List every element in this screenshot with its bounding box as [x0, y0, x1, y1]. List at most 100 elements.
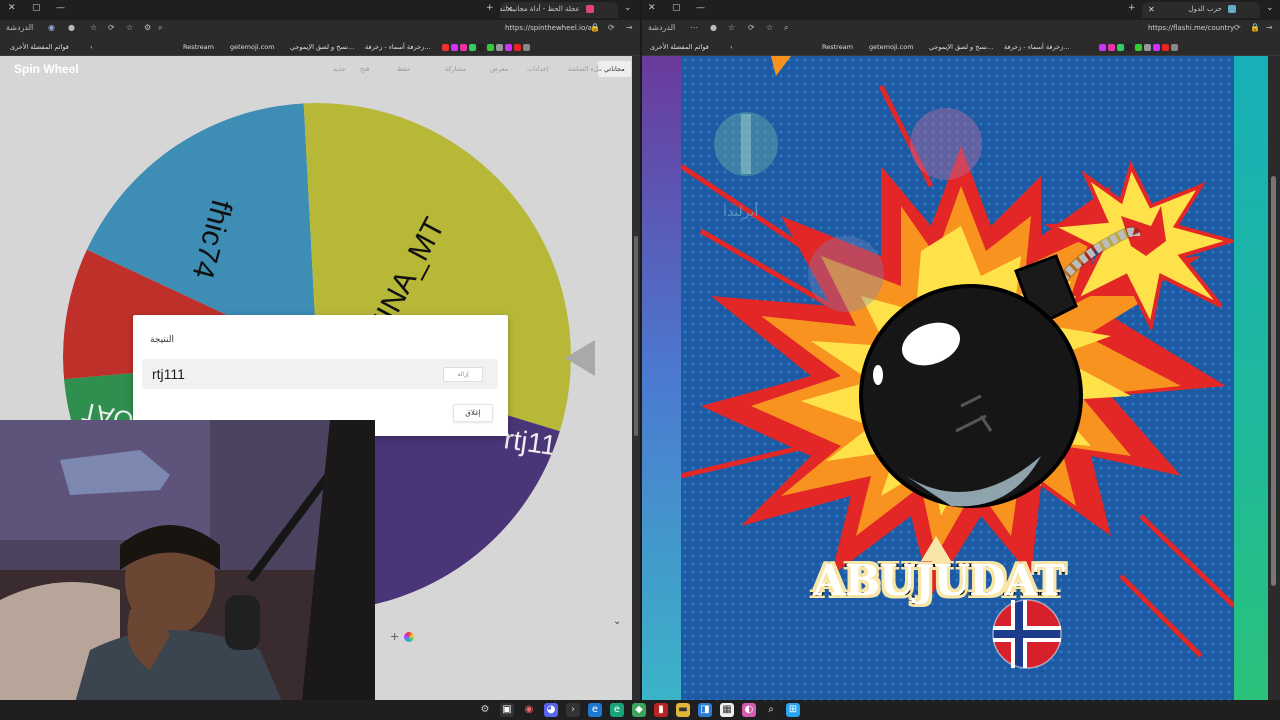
app-icon[interactable]: ◉ [522, 703, 536, 717]
bookmark-restream[interactable]: Restream [183, 43, 214, 51]
toolbar-fullscreen[interactable]: ملء الشاشة [568, 65, 602, 73]
right-gradient-panel [1234, 56, 1268, 700]
star-icon[interactable]: ☆ [766, 23, 773, 32]
toolbar-settings[interactable]: إعدادات [527, 65, 549, 73]
discord-icon[interactable]: ◕ [544, 703, 558, 717]
close-tab-icon[interactable]: ✕ [1148, 5, 1155, 14]
add-icon[interactable]: + [390, 630, 399, 643]
profile-avatar-icon[interactable]: ● [710, 23, 717, 32]
map-icon[interactable]: ◆ [632, 703, 646, 717]
lock-icon: 🔒 [590, 23, 600, 32]
toolbar-share[interactable]: مشاركة [445, 65, 466, 73]
bookmark-other[interactable]: قوائم المفضلة الأخرى [650, 43, 709, 51]
app-icon[interactable]: ▣ [500, 703, 514, 717]
copilot-icon[interactable]: ◉ [48, 23, 55, 32]
store-icon[interactable]: ▦ [720, 703, 734, 717]
chevron-left-icon[interactable]: ‹ [90, 43, 93, 51]
right-browser-window: ✕ ▢ — + حرب الدول ✕ ⌄ الدردشة ⋯ ● ☆ ⟳ ☆ … [642, 0, 1280, 700]
tab-list-icon[interactable]: ⌄ [1266, 3, 1274, 13]
url-text[interactable]: https://flashi.me/country [1148, 24, 1234, 32]
my-wheels-button[interactable]: مجاناتي [598, 61, 631, 77]
app-icon[interactable]: ▮ [654, 703, 668, 717]
forward-icon[interactable]: → [1266, 23, 1273, 32]
zoom-icon[interactable]: ⌕ [158, 23, 162, 33]
result-title: النتيجة [149, 335, 174, 345]
refresh-icon[interactable]: ⟳ [748, 23, 755, 32]
wheel-pointer-icon [565, 340, 595, 376]
zoom-icon[interactable]: ⌕ [784, 23, 788, 33]
reload-icon[interactable]: ⟳ [1234, 23, 1241, 32]
toolbar-gallery[interactable]: معرض [490, 65, 508, 73]
toolbar-new[interactable]: جديد [333, 65, 346, 73]
left-gradient-panel [642, 56, 681, 700]
maximize-icon[interactable]: ▢ [32, 3, 41, 13]
more-icon[interactable]: ⋯ [690, 23, 698, 32]
faded-country-label: أيرلندا [723, 202, 758, 220]
tab-country-war[interactable]: حرب الدول ✕ [1142, 2, 1260, 18]
bookmark-emoji-copy[interactable]: نسخ و لصق الإيموجي... [929, 43, 993, 51]
new-tab-icon[interactable]: + [486, 3, 494, 13]
close-button[interactable]: إغلاق [453, 404, 493, 422]
bookmark-icons-row[interactable] [440, 43, 530, 51]
folder-icon[interactable]: ▬ [676, 703, 690, 717]
edge-icon[interactable]: e [610, 703, 624, 717]
webcam-image [0, 420, 375, 720]
webcam-overlay [0, 420, 375, 720]
scroll-thumb[interactable] [1271, 176, 1276, 586]
maximize-icon[interactable]: ▢ [672, 3, 681, 13]
tab-list-icon[interactable]: ⌄ [624, 3, 632, 13]
profile-label[interactable]: الدردشة [648, 23, 675, 32]
windows-icon[interactable]: ⊞ [786, 703, 800, 717]
lock-icon: 🔒 [1250, 23, 1260, 32]
profile-label[interactable]: الدردشة [6, 23, 33, 32]
bookmark-emoji-copy[interactable]: نسخ و لصق الإيموجي... [290, 43, 354, 51]
chevron-down-icon[interactable]: ⌄ [613, 616, 621, 627]
spinwheel-favicon-icon [586, 5, 594, 13]
right-scrollbar[interactable] [1268, 56, 1280, 700]
star-icon[interactable]: ☆ [126, 23, 133, 32]
terminal-icon[interactable]: › [566, 703, 580, 717]
url-text[interactable]: https://spinthewheel.io/ar [505, 24, 595, 32]
flashi-favicon-icon [1228, 5, 1236, 13]
refresh-icon[interactable]: ⟳ [108, 23, 115, 32]
close-window-icon[interactable]: ✕ [8, 3, 16, 13]
app-icon[interactable]: ◨ [698, 703, 712, 717]
chevron-left-icon[interactable]: ‹ [730, 43, 733, 51]
close-tab-icon[interactable]: ✕ [506, 5, 513, 14]
app-icon[interactable]: ◐ [742, 703, 756, 717]
favorite-icon[interactable]: ☆ [728, 23, 735, 32]
forward-icon[interactable]: → [626, 23, 633, 32]
bookmark-icons-row[interactable] [1097, 43, 1178, 51]
bomb-poster: أيرلندا ABUJUDAT [681, 56, 1234, 700]
bookmark-name-decoration[interactable]: زخرفة أسماء - زخرفة... [365, 43, 430, 51]
minimize-icon[interactable]: — [56, 3, 65, 13]
winner-name: rtj111 [152, 366, 185, 382]
edge-icon[interactable]: e [588, 703, 602, 717]
minimize-icon[interactable]: — [696, 3, 705, 13]
search-icon[interactable]: ⌕ [764, 703, 778, 717]
reload-icon[interactable]: ⟳ [608, 23, 615, 32]
address-bar[interactable]: الدردشة ◉ ● ☆ ⟳ ☆ ⚙ ⌕ https://spinthewhe… [0, 20, 640, 38]
tab-bar: ✕ ▢ — + عجلة الحظ - أداة مجانية لتدوير ا… [0, 0, 640, 20]
spinwheel-logo[interactable]: Spin Wheel [14, 62, 79, 76]
favorite-icon[interactable]: ☆ [90, 23, 97, 32]
left-scrollbar[interactable] [632, 56, 640, 700]
bookmark-getemoji[interactable]: getemoji.com [869, 43, 914, 51]
address-bar[interactable]: الدردشة ⋯ ● ☆ ⟳ ☆ ⌕ https://flashi.me/co… [642, 20, 1280, 38]
color-palette-icon[interactable] [404, 632, 414, 642]
player-name: ABUJUDAT [811, 555, 1066, 607]
scroll-thumb[interactable] [634, 236, 638, 436]
remove-button[interactable]: إزالة [443, 367, 483, 382]
settings-icon[interactable]: ⚙ [478, 703, 492, 717]
bookmark-name-decoration[interactable]: زخرفة أسماء - زخرفة... [1004, 43, 1069, 51]
close-window-icon[interactable]: ✕ [648, 3, 656, 13]
bookmark-other[interactable]: قوائم المفضلة الأخرى [10, 43, 69, 51]
profile-avatar-icon[interactable]: ● [68, 23, 75, 32]
bookmark-getemoji[interactable]: getemoji.com [230, 43, 275, 51]
tab-spinwheel[interactable]: عجلة الحظ - أداة مجانية لتدوير العجلة ✕ [500, 2, 618, 18]
toolbar-save[interactable]: حفظ [397, 65, 410, 73]
toolbar-open[interactable]: فتح [360, 65, 369, 73]
new-tab-icon[interactable]: + [1128, 3, 1136, 13]
bookmark-restream[interactable]: Restream [822, 43, 853, 51]
settings-icon[interactable]: ⚙ [144, 23, 151, 32]
